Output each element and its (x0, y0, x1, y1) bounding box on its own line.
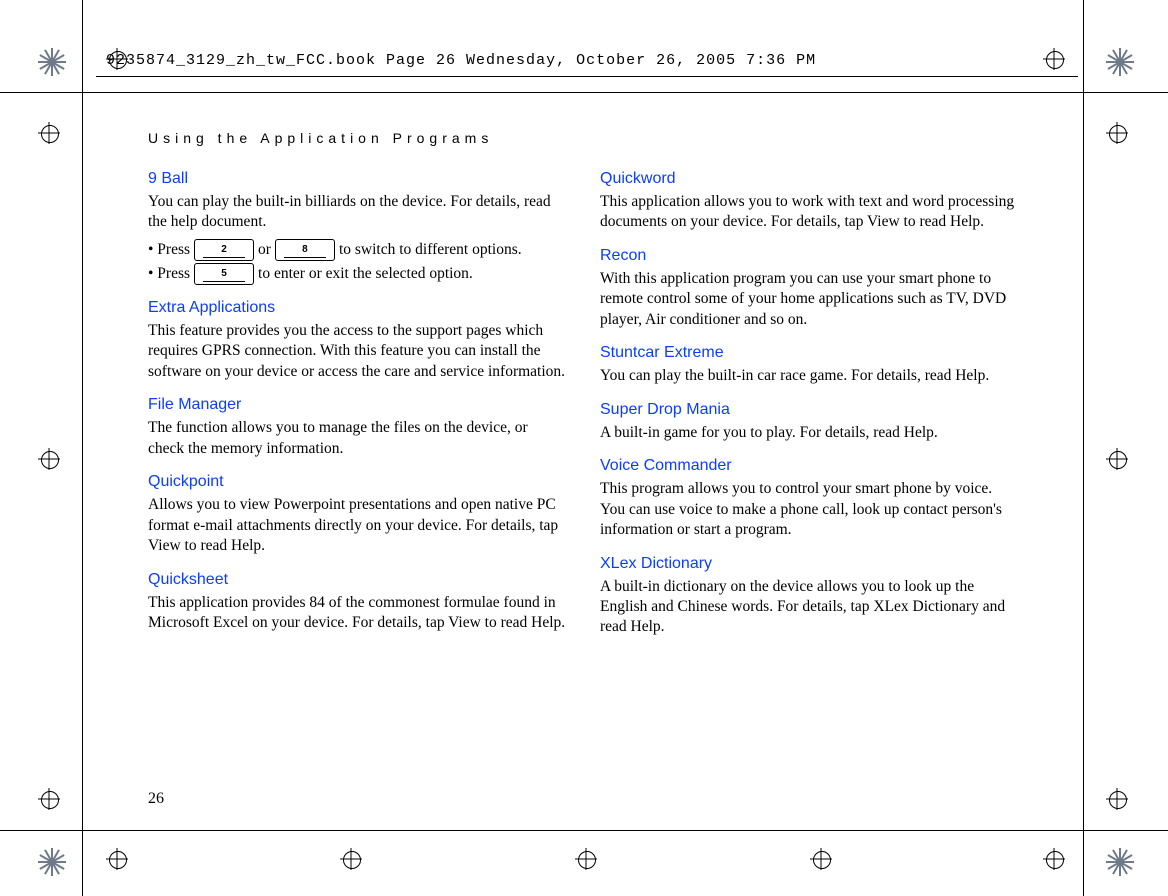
text-fragment: to enter or exit the selected option. (258, 265, 473, 283)
registration-mark-icon (1043, 48, 1065, 70)
heading-voice-commander: Voice Commander (600, 457, 1018, 475)
keycap-2-icon: 2 (194, 239, 254, 261)
heading-quickword: Quickword (600, 170, 1018, 188)
registration-mark-icon (38, 788, 60, 810)
body-text: This application provides 84 of the comm… (148, 593, 566, 634)
heading-extra-applications: Extra Applications (148, 299, 566, 317)
registration-mark-icon (1043, 848, 1065, 870)
body-text: This program allows you to control your … (600, 479, 1018, 540)
registration-mark-icon (340, 848, 362, 870)
heading-quickpoint: Quickpoint (148, 473, 566, 491)
text-fragment: • Press (148, 265, 190, 283)
header-rule (96, 76, 1078, 77)
heading-9-ball: 9 Ball (148, 170, 566, 188)
running-head: Using the Application Programs (148, 130, 1018, 146)
body-text: A built-in game for you to play. For det… (600, 423, 1018, 443)
keycap-5-icon: 5 (194, 263, 254, 285)
registration-mark-icon (1106, 788, 1128, 810)
registration-mark-icon (1106, 448, 1128, 470)
keycap-8-icon: 8 (275, 239, 335, 261)
body-text: A built-in dictionary on the device allo… (600, 577, 1018, 638)
body-text: You can play the built-in car race game.… (600, 366, 1018, 386)
header-text: 9235874_3129_zh_tw_FCC.book Page 26 Wedn… (106, 52, 816, 69)
registration-mark-icon (106, 848, 128, 870)
heading-xlex-dictionary: XLex Dictionary (600, 555, 1018, 573)
left-column: 9 Ball You can play the built-in billiar… (148, 170, 566, 644)
text-fragment: to switch to different options. (339, 241, 522, 259)
heading-super-drop-mania: Super Drop Mania (600, 401, 1018, 419)
registration-mark-icon (575, 848, 597, 870)
body-text: The function allows you to manage the fi… (148, 418, 566, 459)
registration-mark-icon (38, 122, 60, 144)
heading-recon: Recon (600, 247, 1018, 265)
heading-file-manager: File Manager (148, 396, 566, 414)
heading-stuntcar-extreme: Stuntcar Extreme (600, 344, 1018, 362)
right-column: Quickword This application allows you to… (600, 170, 1018, 644)
body-text: This application allows you to work with… (600, 192, 1018, 233)
body-text: This feature provides you the access to … (148, 321, 566, 382)
body-text: Allows you to view Powerpoint presentati… (148, 495, 566, 556)
bullet-line: • Press 5 to enter or exit the selected … (148, 263, 566, 285)
bullet-line: • Press 2 or 8 to switch to different op… (148, 239, 566, 261)
registration-mark-icon (810, 848, 832, 870)
text-fragment: • Press (148, 241, 190, 259)
heading-quicksheet: Quicksheet (148, 571, 566, 589)
body-text: You can play the built-in billiards on t… (148, 192, 566, 233)
burst-icon (38, 48, 66, 76)
burst-icon (1106, 48, 1134, 76)
registration-mark-icon (38, 448, 60, 470)
burst-icon (1106, 848, 1134, 876)
body-text: With this application program you can us… (600, 269, 1018, 330)
text-fragment: or (258, 241, 271, 259)
page-number: 26 (148, 790, 164, 808)
burst-icon (38, 848, 66, 876)
registration-mark-icon (1106, 122, 1128, 144)
